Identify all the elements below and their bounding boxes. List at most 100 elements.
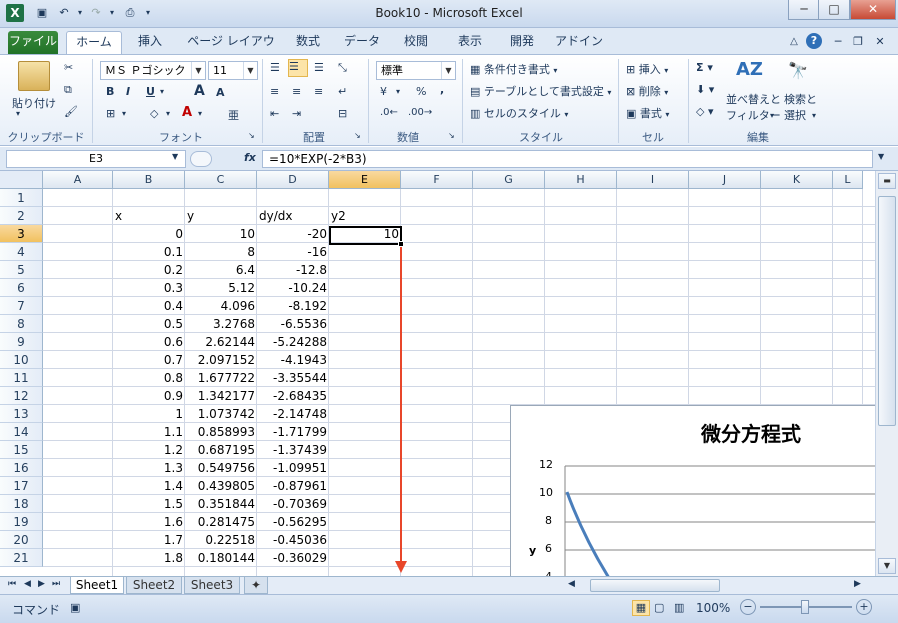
row-header-8[interactable]: 8 (0, 315, 43, 333)
cell-c2[interactable]: y (185, 207, 257, 225)
font-color-dropdown-icon[interactable]: ▾ (198, 109, 202, 118)
scroll-left-icon[interactable]: ◀ (568, 579, 575, 589)
number-dialog-launcher-icon[interactable]: ↘ (448, 131, 455, 140)
increase-indent-icon[interactable]: ⇥ (292, 107, 301, 120)
cell-b18[interactable]: 1.5 (113, 495, 185, 513)
page-layout-view-icon[interactable]: ▢ (654, 601, 664, 614)
active-cell-border[interactable] (329, 226, 402, 245)
cell-b17[interactable]: 1.4 (113, 477, 185, 495)
orientation-icon[interactable]: ⤡ (338, 61, 347, 75)
cell-d10[interactable]: -4.1943 (257, 351, 329, 369)
cell-b16[interactable]: 1.3 (113, 459, 185, 477)
tab-data[interactable]: データ (340, 31, 384, 54)
cell-b15[interactable]: 1.2 (113, 441, 185, 459)
insert-function-button[interactable]: fx (244, 151, 256, 164)
scroll-split-handle[interactable]: ▬ (878, 173, 896, 189)
find-select-dropdown-icon[interactable]: ▾ (812, 111, 816, 120)
font-name-combo[interactable]: ＭＳ Ｐゴシック ▼ (100, 61, 206, 80)
cell-d9[interactable]: -5.24288 (257, 333, 329, 351)
sort-filter-dropdown-icon[interactable]: ▾ (770, 111, 774, 120)
cell-d17[interactable]: -0.87961 (257, 477, 329, 495)
row-header-4[interactable]: 4 (0, 243, 43, 261)
page-break-view-icon[interactable]: ▥ (674, 601, 684, 614)
cell-b14[interactable]: 1.1 (113, 423, 185, 441)
cell-b19[interactable]: 1.6 (113, 513, 185, 531)
chevron-down-icon[interactable]: ▼ (191, 62, 205, 79)
cell-d21[interactable]: -0.36029 (257, 549, 329, 567)
delete-cells-button[interactable]: ⊠ 削除 ▾ (626, 83, 668, 99)
cell-d4[interactable]: -16 (257, 243, 329, 261)
cell-b9[interactable]: 0.6 (113, 333, 185, 351)
workbook-close-icon[interactable]: ✕ (872, 34, 888, 50)
font-color-button[interactable]: A (182, 105, 192, 120)
italic-button[interactable]: I (126, 85, 130, 98)
column-header-d[interactable]: D (257, 171, 329, 189)
column-header-c[interactable]: C (185, 171, 257, 189)
cell-c14[interactable]: 0.858993 (185, 423, 257, 441)
name-box[interactable]: E3 (6, 150, 186, 168)
tab-home[interactable]: ホーム (66, 31, 122, 54)
cell-d11[interactable]: -3.35544 (257, 369, 329, 387)
paste-icon[interactable] (18, 61, 50, 91)
fill-color-dropdown-icon[interactable]: ▾ (166, 109, 170, 118)
cell-b13[interactable]: 1 (113, 405, 185, 423)
column-header-e[interactable]: E (329, 171, 401, 189)
prev-sheet-icon[interactable]: ◀ (24, 579, 31, 589)
help-icon[interactable]: ? (806, 33, 822, 49)
align-top-icon[interactable]: ☰ (270, 61, 280, 74)
shrink-font-button[interactable]: A (216, 86, 225, 99)
cell-c10[interactable]: 2.097152 (185, 351, 257, 369)
alignment-dialog-launcher-icon[interactable]: ↘ (354, 131, 361, 140)
embedded-chart[interactable]: 微分方程式 12 10 8 6 4 y (510, 405, 875, 576)
underline-button[interactable]: U (146, 85, 155, 98)
borders-dropdown-icon[interactable]: ▾ (122, 109, 126, 118)
cell-d3[interactable]: -20 (257, 225, 329, 243)
cell-c7[interactable]: 4.096 (185, 297, 257, 315)
row-header-5[interactable]: 5 (0, 261, 43, 279)
row-header-3[interactable]: 3 (0, 225, 43, 243)
cell-c13[interactable]: 1.073742 (185, 405, 257, 423)
cell-c5[interactable]: 6.4 (185, 261, 257, 279)
cell-d15[interactable]: -1.37439 (257, 441, 329, 459)
row-header-12[interactable]: 12 (0, 387, 43, 405)
column-header-h[interactable]: H (545, 171, 617, 189)
fill-color-icon[interactable]: ◇ (150, 107, 158, 120)
cell-b12[interactable]: 0.9 (113, 387, 185, 405)
font-dialog-launcher-icon[interactable]: ↘ (248, 131, 255, 140)
cell-d6[interactable]: -10.24 (257, 279, 329, 297)
zoom-slider-thumb[interactable] (801, 600, 809, 614)
chevron-down-icon[interactable]: ▼ (243, 62, 257, 79)
column-header-f[interactable]: F (401, 171, 473, 189)
find-select-label-1[interactable]: 検索と (784, 91, 817, 107)
cell-b21[interactable]: 1.8 (113, 549, 185, 567)
tab-formulas[interactable]: 数式 (288, 31, 328, 54)
cell-d18[interactable]: -0.70369 (257, 495, 329, 513)
row-header-18[interactable]: 18 (0, 495, 43, 513)
percent-button[interactable]: % (416, 85, 426, 98)
cell-d5[interactable]: -12.8 (257, 261, 329, 279)
tab-review[interactable]: 校閲 (396, 31, 436, 54)
decrease-indent-icon[interactable]: ⇤ (270, 107, 279, 120)
column-header-j[interactable]: J (689, 171, 761, 189)
cell-b7[interactable]: 0.4 (113, 297, 185, 315)
vertical-scroll-thumb[interactable] (878, 196, 896, 426)
decrease-decimal-icon[interactable]: .00→ (408, 107, 432, 118)
align-bottom-icon[interactable]: ☰ (314, 61, 324, 74)
row-header-16[interactable]: 16 (0, 459, 43, 477)
cell-c6[interactable]: 5.12 (185, 279, 257, 297)
find-select-icon[interactable]: 🔭 (788, 61, 808, 80)
copy-icon[interactable]: ⧉ (64, 83, 72, 97)
cell-c9[interactable]: 2.62144 (185, 333, 257, 351)
tab-file[interactable]: ファイル (8, 31, 58, 54)
column-header-i[interactable]: I (617, 171, 689, 189)
sheet-tab-sheet2[interactable]: Sheet2 (126, 577, 182, 594)
number-format-combo[interactable]: 標準 ▼ (376, 61, 456, 80)
select-all-button[interactable] (0, 171, 43, 189)
cell-c19[interactable]: 0.281475 (185, 513, 257, 531)
row-header-9[interactable]: 9 (0, 333, 43, 351)
formula-input[interactable]: =10*EXP(-2*B3) (262, 150, 873, 168)
column-header-a[interactable]: A (43, 171, 113, 189)
align-left-icon[interactable]: ≡ (270, 85, 279, 98)
zoom-in-button[interactable]: + (856, 599, 872, 615)
row-header-15[interactable]: 15 (0, 441, 43, 459)
